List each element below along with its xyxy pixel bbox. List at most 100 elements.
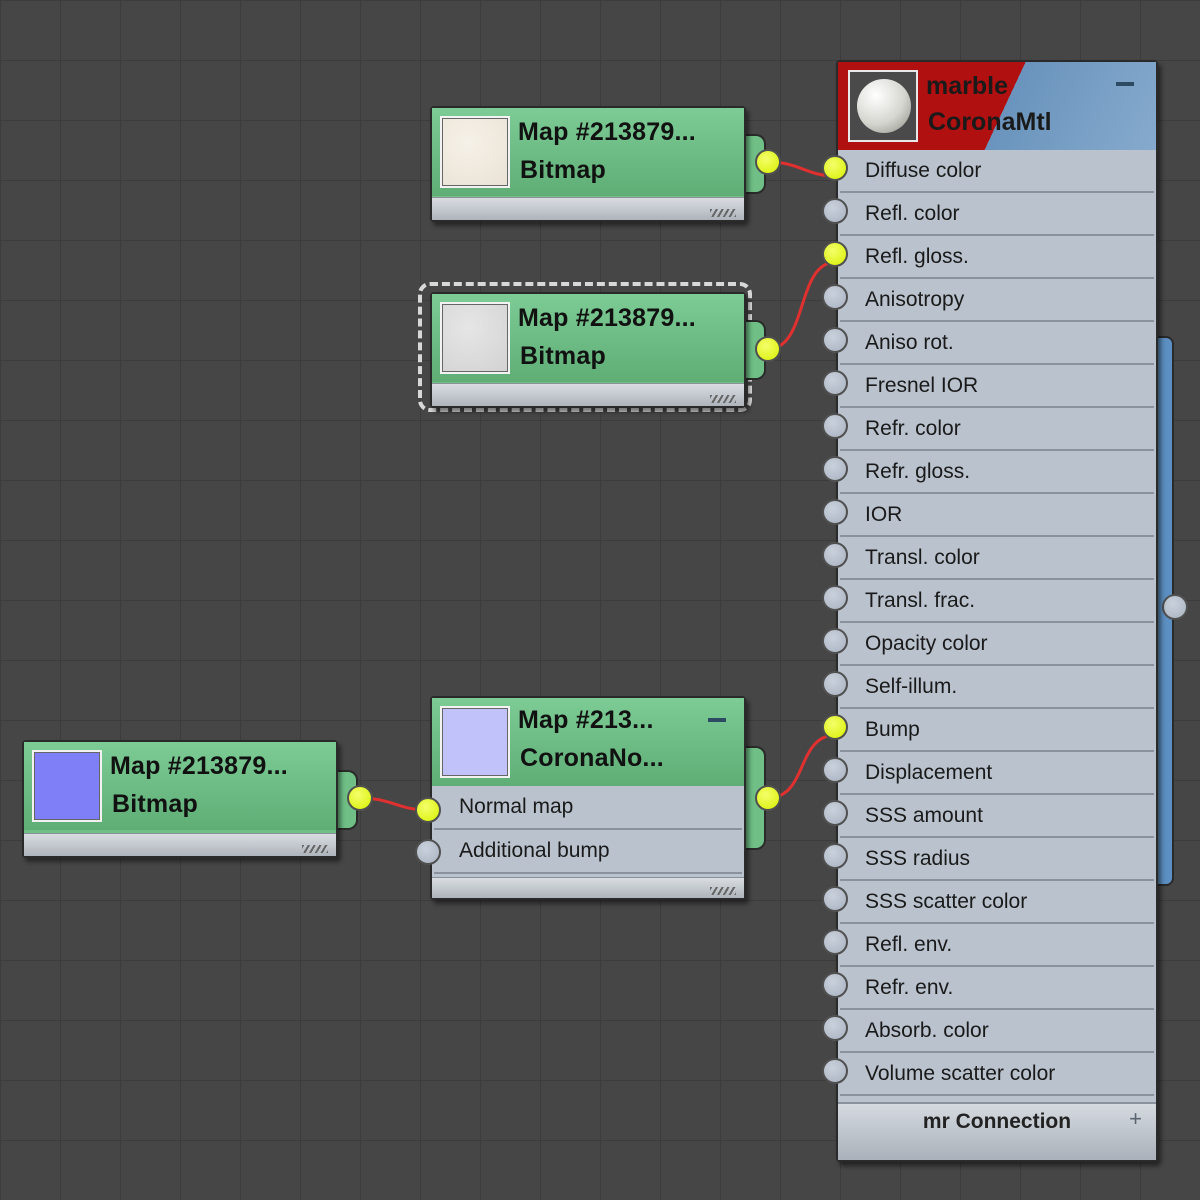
- param-refl-gloss[interactable]: Refl. gloss.: [840, 236, 1154, 279]
- output-socket[interactable]: [755, 336, 781, 362]
- param-label: Refl. color: [865, 202, 960, 225]
- mr-connection-footer[interactable]: mr Connection +: [838, 1102, 1156, 1160]
- material-node[interactable]: marble CoronaMtl Diffuse color Refl. colo…: [836, 60, 1158, 1162]
- param-label: Volume scatter color: [865, 1062, 1056, 1085]
- param-label: Opacity color: [865, 632, 988, 655]
- bitmap-thumbnail: [32, 750, 102, 822]
- output-socket[interactable]: [347, 785, 373, 811]
- resize-grip[interactable]: [710, 209, 736, 217]
- input-socket-refr-gloss[interactable]: [822, 456, 848, 482]
- param-refl-env[interactable]: Refl. env.: [840, 924, 1154, 967]
- param-label: Refr. env.: [865, 976, 954, 999]
- output-socket[interactable]: [755, 149, 781, 175]
- node-title: Map #213879...: [110, 752, 288, 780]
- input-socket-normal-map[interactable]: [415, 797, 441, 823]
- input-socket-sss-amount[interactable]: [822, 800, 848, 826]
- input-socket-refr-env[interactable]: [822, 972, 848, 998]
- input-socket-ior[interactable]: [822, 499, 848, 525]
- resize-grip[interactable]: [302, 845, 328, 853]
- resize-grip[interactable]: [710, 887, 736, 895]
- param-ior[interactable]: IOR: [840, 494, 1154, 537]
- param-transl-color[interactable]: Transl. color: [840, 537, 1154, 580]
- node-title: Map #213879...: [518, 118, 696, 146]
- param-label: Anisotropy: [865, 288, 965, 311]
- param-aniso-rot[interactable]: Aniso rot.: [840, 322, 1154, 365]
- node-type: CoronaNo...: [520, 744, 664, 772]
- expand-plus-icon[interactable]: +: [1129, 1106, 1142, 1132]
- param-bump[interactable]: Bump: [840, 709, 1154, 752]
- node-title: Map #213...: [518, 706, 654, 734]
- resize-grip[interactable]: [710, 395, 736, 403]
- param-label: Bump: [865, 718, 920, 741]
- input-socket-transl-frac[interactable]: [822, 585, 848, 611]
- material-output-socket[interactable]: [1162, 594, 1188, 620]
- param-label: Additional bump: [459, 839, 610, 862]
- material-type: CoronaMtl: [928, 108, 1052, 136]
- input-socket-diffuse-color[interactable]: [822, 155, 848, 181]
- collapse-button[interactable]: [1116, 82, 1134, 86]
- param-diffuse-color[interactable]: Diffuse color: [840, 150, 1154, 193]
- material-preview-thumbnail: [848, 70, 918, 142]
- material-preview-sphere: [857, 79, 911, 133]
- material-header[interactable]: marble CoronaMtl: [838, 62, 1156, 150]
- param-opacity-color[interactable]: Opacity color: [840, 623, 1154, 666]
- input-socket-self-illum[interactable]: [822, 671, 848, 697]
- input-socket-anisotropy[interactable]: [822, 284, 848, 310]
- bitmap-thumbnail: [440, 302, 510, 374]
- param-displacement[interactable]: Displacement: [840, 752, 1154, 795]
- input-socket-fresnel-ior[interactable]: [822, 370, 848, 396]
- param-refl-color[interactable]: Refl. color: [840, 193, 1154, 236]
- input-socket-bump[interactable]: [822, 714, 848, 740]
- collapse-button[interactable]: [708, 718, 726, 722]
- node-type: Bitmap: [520, 342, 606, 370]
- param-label: SSS amount: [865, 804, 983, 827]
- param-refr-color[interactable]: Refr. color: [840, 408, 1154, 451]
- param-self-illum[interactable]: Self-illum.: [840, 666, 1154, 709]
- param-label: Fresnel IOR: [865, 374, 979, 397]
- input-socket-sss-radius[interactable]: [822, 843, 848, 869]
- param-fresnel-ior[interactable]: Fresnel IOR: [840, 365, 1154, 408]
- param-additional-bump[interactable]: Additional bump: [434, 830, 742, 874]
- bitmap-thumbnail: [440, 116, 510, 188]
- material-name: marble: [926, 72, 1008, 100]
- param-anisotropy[interactable]: Anisotropy: [840, 279, 1154, 322]
- node-type: Bitmap: [520, 156, 606, 184]
- input-socket-refl-gloss[interactable]: [822, 241, 848, 267]
- input-socket-refl-env[interactable]: [822, 929, 848, 955]
- input-socket-transl-color[interactable]: [822, 542, 848, 568]
- input-socket-additional-bump[interactable]: [415, 839, 441, 865]
- input-socket-volume-scatter-color[interactable]: [822, 1058, 848, 1084]
- param-label: IOR: [865, 503, 903, 526]
- node-title: Map #213879...: [518, 304, 696, 332]
- param-transl-frac[interactable]: Transl. frac.: [840, 580, 1154, 623]
- param-label: SSS radius: [865, 847, 971, 870]
- param-volume-scatter-color[interactable]: Volume scatter color: [840, 1053, 1154, 1096]
- output-socket[interactable]: [755, 785, 781, 811]
- input-socket-aniso-rot[interactable]: [822, 327, 848, 353]
- param-label: Refr. gloss.: [865, 460, 971, 483]
- param-label: Displacement: [865, 761, 993, 784]
- param-label: Refl. env.: [865, 933, 953, 956]
- param-normal-map[interactable]: Normal map: [434, 786, 742, 830]
- input-socket-absorb-color[interactable]: [822, 1015, 848, 1041]
- param-label: Transl. frac.: [865, 589, 976, 612]
- input-socket-refr-color[interactable]: [822, 413, 848, 439]
- param-refr-env[interactable]: Refr. env.: [840, 967, 1154, 1010]
- param-absorb-color[interactable]: Absorb. color: [840, 1010, 1154, 1053]
- param-refr-gloss[interactable]: Refr. gloss.: [840, 451, 1154, 494]
- input-socket-displacement[interactable]: [822, 757, 848, 783]
- param-sss-scatter-color[interactable]: SSS scatter color: [840, 881, 1154, 924]
- param-sss-amount[interactable]: SSS amount: [840, 795, 1154, 838]
- param-label: Refl. gloss.: [865, 245, 969, 268]
- param-sss-radius[interactable]: SSS radius: [840, 838, 1154, 881]
- input-socket-refl-color[interactable]: [822, 198, 848, 224]
- mr-connection-label: mr Connection: [922, 1110, 1072, 1133]
- input-socket-opacity-color[interactable]: [822, 628, 848, 654]
- param-label: Normal map: [459, 795, 574, 818]
- node-thumbnail: [440, 706, 510, 778]
- param-label: Aniso rot.: [865, 331, 954, 354]
- input-socket-sss-scatter-color[interactable]: [822, 886, 848, 912]
- param-label: Transl. color: [865, 546, 980, 569]
- param-label: Absorb. color: [865, 1019, 989, 1042]
- param-label: Refr. color: [865, 417, 961, 440]
